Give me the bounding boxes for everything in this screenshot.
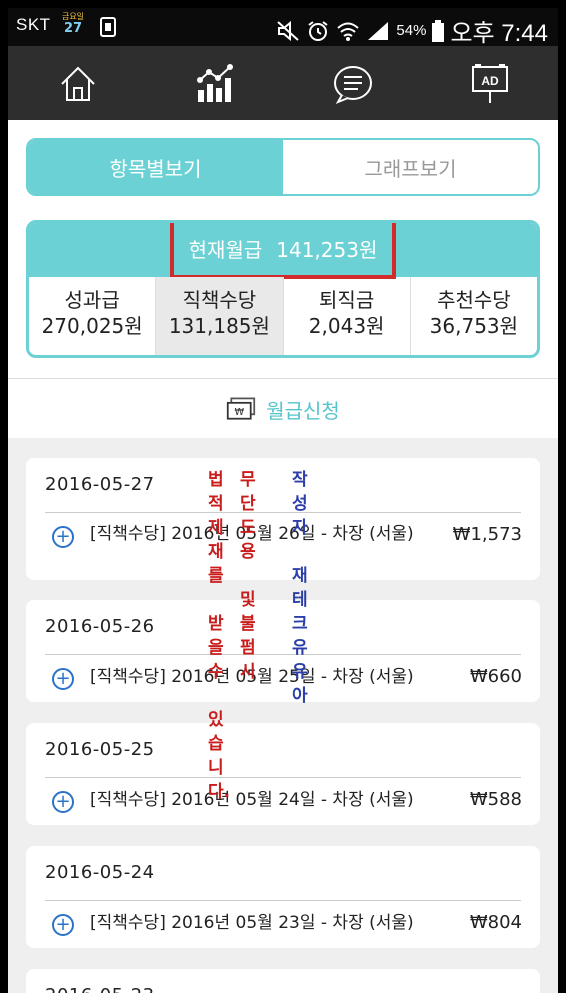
battery-percent: 54% [396,22,427,39]
divider [45,777,521,778]
alarm-icon [308,20,329,41]
entry-amount: ₩660 [469,666,522,687]
breakdown-label: 추천수당 [437,288,511,312]
calendar-icon: 금요일 27 [60,12,86,36]
list-item: 2016-05-27 + [직책수당] 2016년 05월 26일 - 차장 (… [26,458,540,580]
won-symbol: ₩ [235,407,245,418]
entry-description: [직책수당] 2016년 05월 24일 - 차장 (서울) [90,790,414,810]
current-salary-label: 현재월급 [188,237,263,262]
status-bar: SKT 금요일 27 54% 오후 7:44 [8,8,558,48]
salary-summary: 현재월급 141,253원 성과급 270,025원 직책수당 131,185원… [26,220,540,358]
breakdown-referral[interactable]: 추천수당 36,753원 [411,277,537,355]
breakdown-severance[interactable]: 퇴직금 2,043원 [284,277,411,355]
list-item: 2016-05-24 + [직책수당] 2016년 05월 23일 - 차장 (… [26,846,540,948]
current-salary-header: 현재월급 141,253원 [29,223,537,279]
list-item: 2016-05-26 + [직책수당] 2016년 05월 25일 - 차장 (… [26,600,540,702]
chat-icon [334,66,372,104]
tab-by-item[interactable]: 항목별보기 [28,140,283,194]
entry-date: 2016-05-24 [45,862,155,883]
main-content: 항목별보기 그래프보기 현재월급 141,253원 성과급 270,025원 직… [8,120,558,993]
entry-amount: ₩1,573 [452,524,522,545]
ad-icon-text: AD [481,74,499,88]
calendar-day: 금요일 [61,12,85,21]
money-icon: ₩ [227,397,256,420]
breakdown-value: 270,025원 [41,314,143,338]
watermark-no-copy: 무 단 도 용 및 불 펌 시 [240,470,256,682]
breakdown-label: 성과급 [64,288,120,312]
expand-plus-icon[interactable]: + [52,791,74,813]
expand-plus-icon[interactable]: + [52,914,74,936]
carrier-label: SKT [16,15,51,34]
expand-plus-icon[interactable]: + [52,668,74,690]
current-salary-highlight: 현재월급 141,253원 [170,223,396,279]
divider [45,654,521,655]
phone-screen: SKT 금요일 27 54% 오후 7:44 AD 항목별보기 그래프보기 현재… [8,8,558,993]
breakdown-position[interactable]: 직책수당 131,185원 [156,277,284,355]
entry-date: 2016-05-27 [45,474,155,495]
breakdown-performance[interactable]: 성과급 270,025원 [29,277,157,355]
entry-amount: ₩804 [469,912,522,933]
divider [45,512,521,513]
salary-apply-button[interactable]: ₩ 월급신청 [8,378,558,440]
divider [45,900,521,901]
home-button[interactable] [54,60,102,108]
breakdown-value: 36,753원 [429,314,519,338]
home-icon [61,66,95,101]
list-item: 2016-05-25 + [직책수당] 2016년 05월 24일 - 차장 (… [26,723,540,825]
ad-board-icon: AD [472,64,508,103]
breakdown-value: 131,185원 [168,314,270,338]
ad-button[interactable]: AD [466,60,514,108]
battery-icon [432,19,445,42]
payment-list: 2016-05-27 + [직책수당] 2016년 05월 26일 - 차장 (… [8,438,558,993]
breakdown-label: 퇴직금 [319,288,375,312]
chart-icon [197,64,233,102]
signal-icon [368,21,389,40]
tab-graph[interactable]: 그래프보기 [283,140,538,194]
watermark-author: 작 성 자 재 테 크 유 유 아 [292,470,308,706]
view-tabs: 항목별보기 그래프보기 [26,138,540,196]
entry-date: 2016-05-25 [45,739,155,760]
breakdown-label: 직책수당 [182,288,257,312]
entry-date: 2016-05-23 [45,985,155,993]
salary-apply-label: 월급신청 [266,398,340,423]
calendar-date: 27 [63,21,83,36]
entry-description: [직책수당] 2016년 05월 23일 - 차장 (서울) [90,913,414,933]
chart-button[interactable] [191,60,239,108]
chat-button[interactable] [329,60,377,108]
list-item: 2016-05-23 [26,969,540,993]
expand-plus-icon[interactable]: + [52,526,74,548]
mute-icon [277,20,300,41]
sim-icon [100,17,116,37]
entry-amount: ₩588 [469,789,522,810]
watermark-legal-warning: 법 적 제 재 를 받 을 수 있 습 니 다. [208,470,231,802]
current-salary-value: 141,253원 [276,237,378,262]
top-nav: AD [8,46,558,120]
wifi-icon [337,22,360,41]
status-icons: 54% 오후 7:44 [276,13,548,48]
salary-breakdown: 성과급 270,025원 직책수당 131,185원 퇴직금 2,043원 추천… [29,277,537,355]
breakdown-value: 2,043원 [308,314,385,338]
clock: 오후 7:44 [450,20,548,47]
entry-date: 2016-05-26 [45,616,155,637]
